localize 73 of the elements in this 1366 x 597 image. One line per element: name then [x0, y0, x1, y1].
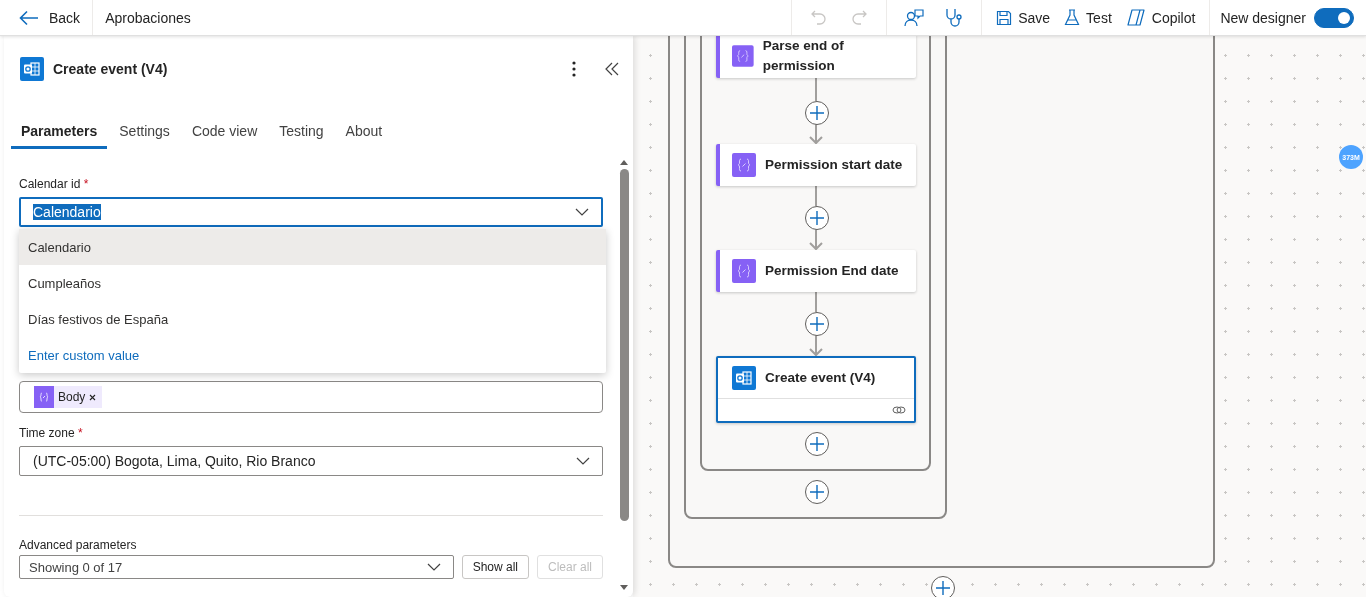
plus-icon: [810, 106, 824, 120]
back-button[interactable]: Back: [0, 0, 94, 35]
outlook-icon: [20, 57, 44, 81]
card-title: Create event (V4): [765, 369, 876, 387]
person-feedback-icon: [904, 8, 925, 27]
scroll-up-icon[interactable]: [620, 159, 628, 165]
test-button[interactable]: Test: [1060, 9, 1116, 26]
variable-icon: [732, 259, 756, 283]
field-label: Time zone *: [19, 426, 84, 440]
panel-tab[interactable]: About: [335, 115, 393, 149]
link-icon: [892, 405, 906, 415]
token-chip[interactable]: Body: [34, 386, 103, 408]
new-designer-label: New designer: [1220, 9, 1306, 26]
panel-tab[interactable]: Testing: [269, 115, 334, 149]
variable-icon: [732, 153, 756, 177]
chevron-down-icon: [426, 563, 441, 571]
plus-icon: [810, 317, 824, 331]
scroll-down-icon[interactable]: [620, 585, 628, 591]
card-title: Permission start date: [765, 156, 903, 174]
card-title: Parse end of permission: [762, 37, 845, 75]
new-designer-toggle[interactable]: [1314, 7, 1354, 28]
card-title: Permission End date: [765, 262, 899, 280]
back-arrow-icon: [19, 9, 39, 26]
advanced-parameters-select[interactable]: Showing 0 of 17: [19, 555, 454, 579]
time-zone-select[interactable]: (UTC-05:00) Bogota, Lima, Quito, Rio Branco: [19, 446, 603, 476]
collapse-icon[interactable]: [605, 62, 619, 76]
flask-icon: [1064, 9, 1081, 26]
selected-value: Showing 0 of 17: [29, 559, 123, 575]
outlook-icon: [732, 366, 756, 390]
action-card[interactable]: Permission End date: [716, 250, 916, 292]
action-card[interactable]: Create event (V4): [716, 356, 916, 423]
copilot-icon: [1125, 9, 1146, 26]
connector-arrow: [809, 227, 823, 251]
plus-icon: [936, 581, 950, 595]
show-all-button[interactable]: Show all: [461, 555, 529, 579]
panel-tab[interactable]: Parameters: [11, 115, 108, 149]
plus-icon: [810, 485, 824, 499]
panel-tab[interactable]: Code view: [181, 115, 268, 149]
connector-arrow: [809, 333, 823, 357]
calendar-id-select[interactable]: Calendario: [19, 197, 603, 227]
add-step-button[interactable]: [931, 576, 955, 597]
selected-value: Calendario: [33, 204, 101, 220]
copilot-button[interactable]: Copilot: [1121, 9, 1200, 26]
panel-title: Create event (V4): [53, 61, 168, 77]
undo-icon: [810, 8, 829, 27]
flow-name: Aprobaciones: [104, 9, 191, 26]
dropdown-option[interactable]: Calendario: [19, 229, 606, 265]
action-card[interactable]: Parse end of permission: [716, 36, 916, 78]
plus-icon: [810, 437, 824, 451]
stethoscope-icon: [945, 7, 964, 28]
save-button[interactable]: Save: [992, 9, 1055, 26]
variable-icon: [34, 386, 54, 408]
connector-line: [815, 77, 817, 102]
connector-line: [815, 291, 817, 313]
chevron-down-icon: [575, 208, 589, 216]
advanced-parameters-label: Advanced parameters: [19, 538, 138, 552]
custom-value-link[interactable]: Enter custom value: [19, 337, 606, 373]
field-label: Calendar id *: [19, 177, 90, 191]
token-label: Body: [58, 390, 86, 404]
connector-arrow: [809, 122, 823, 145]
redo-icon: [850, 8, 869, 27]
remove-icon[interactable]: [89, 393, 97, 401]
chevron-down-icon: [576, 457, 590, 465]
action-card[interactable]: Permission start date: [716, 144, 916, 186]
variable-icon: [732, 44, 754, 68]
end-time-field[interactable]: Body: [19, 381, 603, 413]
plus-icon: [810, 211, 824, 225]
dropdown-option[interactable]: Cumpleaños: [19, 265, 606, 301]
dropdown-option[interactable]: Días festivos de España: [19, 301, 606, 337]
selected-value: (UTC-05:00) Bogota, Lima, Quito, Rio Branco: [33, 453, 316, 469]
connector-line: [815, 185, 817, 207]
panel-tab[interactable]: Settings: [109, 115, 180, 149]
save-icon: [996, 9, 1013, 26]
